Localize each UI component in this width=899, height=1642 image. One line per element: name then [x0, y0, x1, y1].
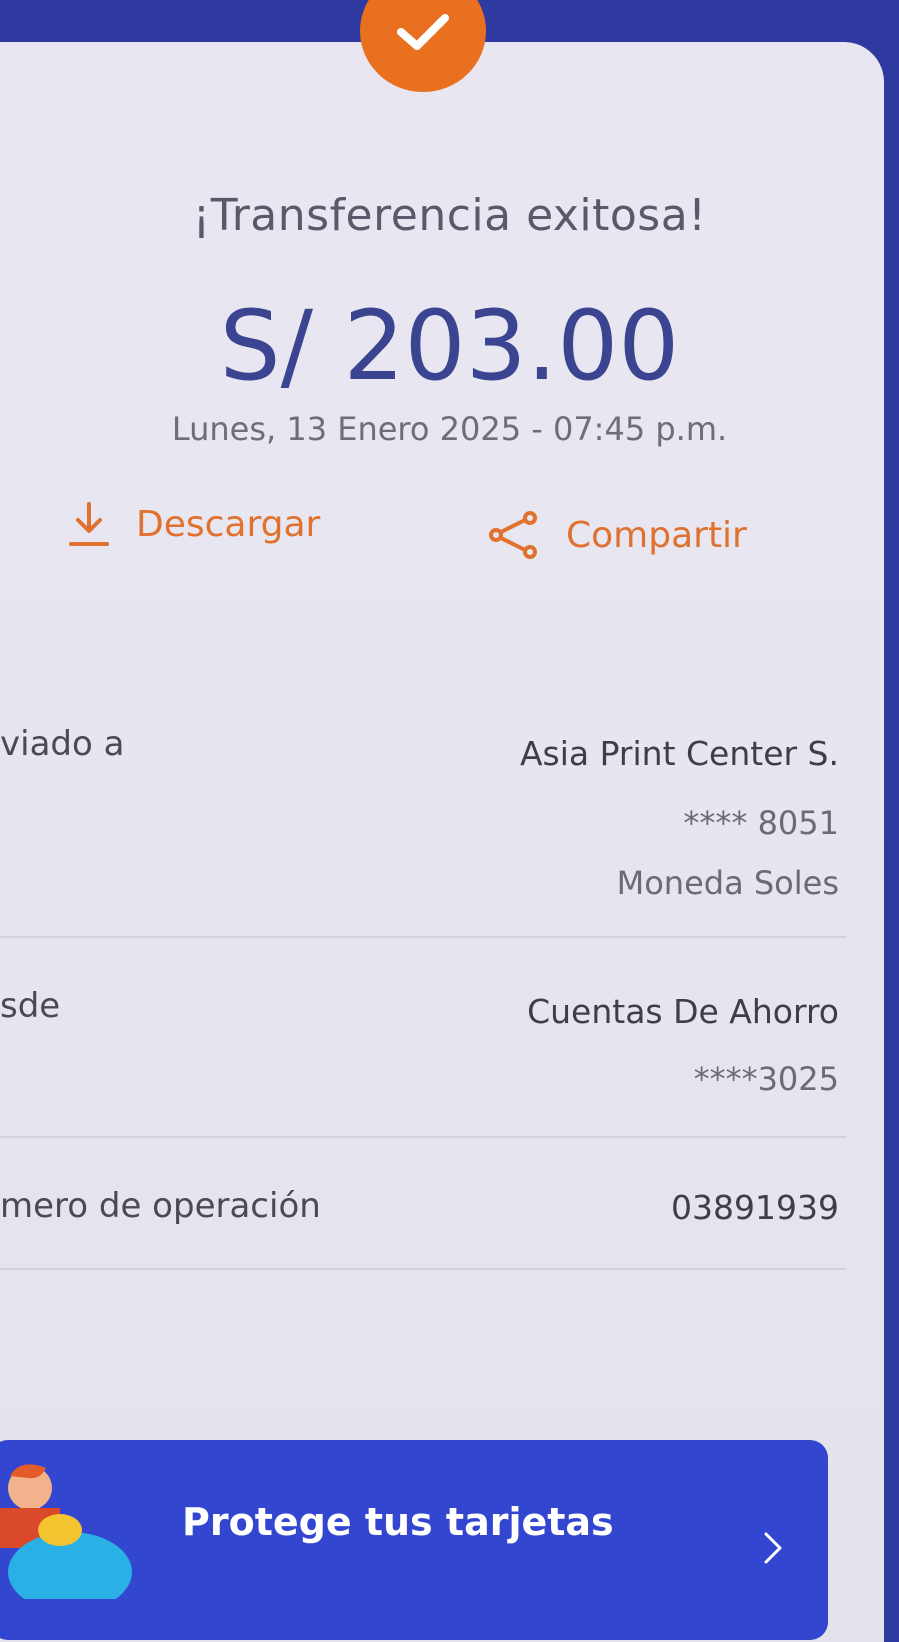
promo-label: Protege tus tarjetas [182, 1500, 614, 1544]
source-account: ****3025 [693, 1060, 839, 1098]
recipient-name: Asia Print Center S. [519, 734, 839, 773]
superhero-illustration [0, 1464, 132, 1599]
from-label: sde [0, 986, 61, 1026]
share-icon [489, 511, 537, 559]
recipient-currency: Moneda Soles [616, 864, 839, 902]
page-title: ¡Transferencia exitosa! [192, 190, 707, 241]
download-label: Descargar [136, 503, 321, 545]
transfer-datetime: Lunes, 13 Enero 2025 - 07:45 p.m. [171, 410, 728, 448]
recipient-account: **** 8051 [683, 804, 839, 842]
share-label: Compartir [566, 514, 747, 556]
operation-number: 03891939 [671, 1188, 839, 1227]
divider [0, 1268, 846, 1270]
transfer-amount: S/ 203.00 [219, 290, 680, 402]
divider [0, 936, 846, 938]
divider [0, 1136, 846, 1138]
chevron-right-icon [764, 1532, 782, 1564]
source-account-type: Cuentas De Ahorro [527, 992, 839, 1031]
check-icon [397, 14, 449, 50]
share-button[interactable]: Compartir [488, 510, 747, 560]
sent-to-label: viado a [0, 724, 125, 764]
receipt-card [0, 42, 884, 1642]
download-button[interactable]: Descargar [68, 500, 320, 548]
download-icon [69, 502, 109, 546]
operation-label: mero de operación [0, 1186, 321, 1226]
